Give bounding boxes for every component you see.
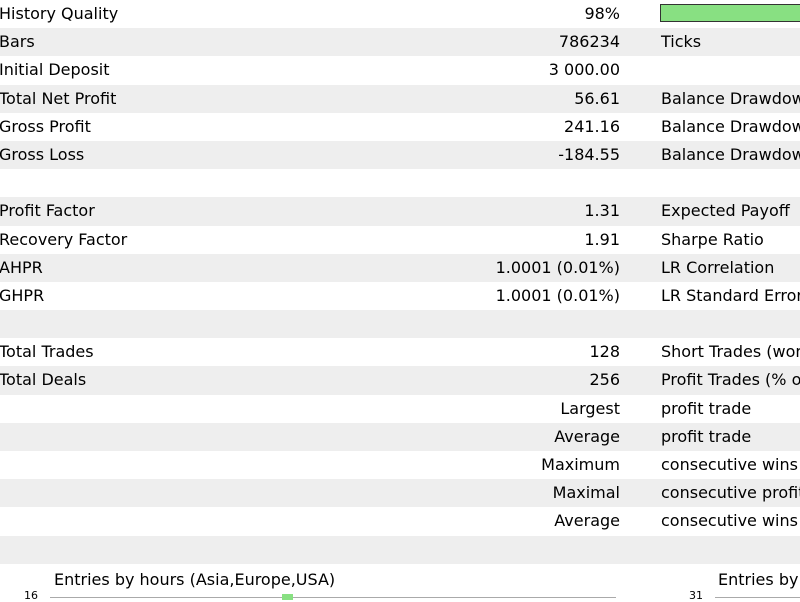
row-label: GHPR [0, 285, 45, 305]
table-row [0, 169, 800, 197]
left-chart-y-max: 16 [24, 589, 38, 602]
row-value: 56.61 [574, 88, 620, 108]
table-row: Bars 786234 Ticks [0, 28, 800, 57]
row-value: 786234 [558, 32, 620, 52]
row-value: -184.55 [558, 144, 620, 164]
row-right-label: profit trade [661, 426, 752, 446]
table-row: Initial Deposit 3 000.00 [0, 56, 800, 84]
row-label: Total Trades [0, 342, 94, 362]
row-label: Total Net Profit [0, 88, 117, 108]
row-value: 98% [584, 4, 620, 23]
table-row [0, 310, 800, 339]
row-value: 256 [589, 370, 620, 390]
row-label: Gross Loss [0, 144, 85, 164]
row-right-label: LR Correlation [661, 257, 775, 277]
row-value: 1.0001 (0.01%) [495, 285, 620, 305]
row-label: History Quality [0, 4, 119, 23]
table-row: Maximal consecutive profit [0, 479, 800, 508]
row-value: 1.91 [584, 229, 620, 249]
row-value: 241.16 [564, 116, 620, 136]
table-row: Profit Factor 1.31 Expected Payoff [0, 197, 800, 226]
row-right-label: consecutive wins [661, 511, 798, 531]
row-right-label: LR Standard Error [661, 285, 800, 305]
table-row: Average profit trade [0, 422, 800, 451]
row-label: AHPR [0, 257, 43, 277]
row-right-label: Short Trades (won [661, 342, 800, 362]
row-value: Maximal [552, 483, 620, 503]
row-right-label: consecutive wins ( [661, 455, 800, 474]
table-row: AHPR 1.0001 (0.01%) LR Correlation [0, 253, 800, 282]
row-right-label: Expected Payoff [661, 201, 790, 221]
table-row: Maximum consecutive wins ( [0, 451, 800, 479]
row-label: Gross Profit [0, 116, 91, 136]
row-right-label: Balance Drawdow [661, 88, 800, 108]
right-chart-axis [715, 597, 800, 598]
table-row: Largest profit trade [0, 395, 800, 423]
table-row: GHPR 1.0001 (0.01%) LR Standard Error [0, 282, 800, 310]
row-right-label: Profit Trades (% of [661, 370, 800, 390]
table-row: Total Trades 128 Short Trades (won [0, 338, 800, 366]
row-right-label: Sharpe Ratio [661, 229, 764, 249]
row-label: Bars [0, 32, 35, 52]
row-right-label: profit trade [661, 398, 752, 418]
row-value: Largest [560, 398, 620, 418]
table-row: Recovery Factor 1.91 Sharpe Ratio [0, 226, 800, 254]
left-chart-axis [50, 597, 616, 598]
row-value: Maximum [541, 455, 620, 474]
table-row: Total Net Profit 56.61 Balance Drawdow [0, 84, 800, 113]
row-value: Average [554, 511, 620, 531]
row-value: 3 000.00 [548, 60, 620, 80]
row-label: Initial Deposit [0, 60, 110, 80]
row-value: 128 [589, 342, 620, 362]
row-right-label: Ticks [661, 32, 702, 52]
row-right-label: Balance Drawdow [661, 144, 800, 164]
table-row: Gross Profit 241.16 Balance Drawdow [0, 113, 800, 141]
entries-by-hours-title: Entries by hours (Asia,Europe,USA) [54, 570, 336, 589]
row-value: 1.31 [584, 201, 620, 221]
row-label: Recovery Factor [0, 229, 128, 249]
history-quality-bar [660, 4, 800, 22]
right-chart-y-max: 31 [689, 589, 703, 602]
table-row: Average consecutive wins [0, 507, 800, 535]
row-label: Total Deals [0, 370, 87, 390]
table-row: Gross Loss -184.55 Balance Drawdow [0, 140, 800, 170]
row-value: 1.0001 (0.01%) [495, 257, 620, 277]
entries-by-right-title: Entries by [718, 570, 799, 589]
left-chart-bar [282, 594, 293, 600]
row-value: Average [554, 426, 620, 446]
table-row [0, 535, 800, 564]
row-label: Profit Factor [0, 201, 95, 221]
row-right-label: consecutive profit [661, 483, 800, 503]
report-table: History Quality 98% Bars 786234 Ticks Initial… [0, 0, 800, 564]
table-row: Total Deals 256 Profit Trades (% of [0, 366, 800, 395]
row-right-label: Balance Drawdow [661, 116, 800, 136]
